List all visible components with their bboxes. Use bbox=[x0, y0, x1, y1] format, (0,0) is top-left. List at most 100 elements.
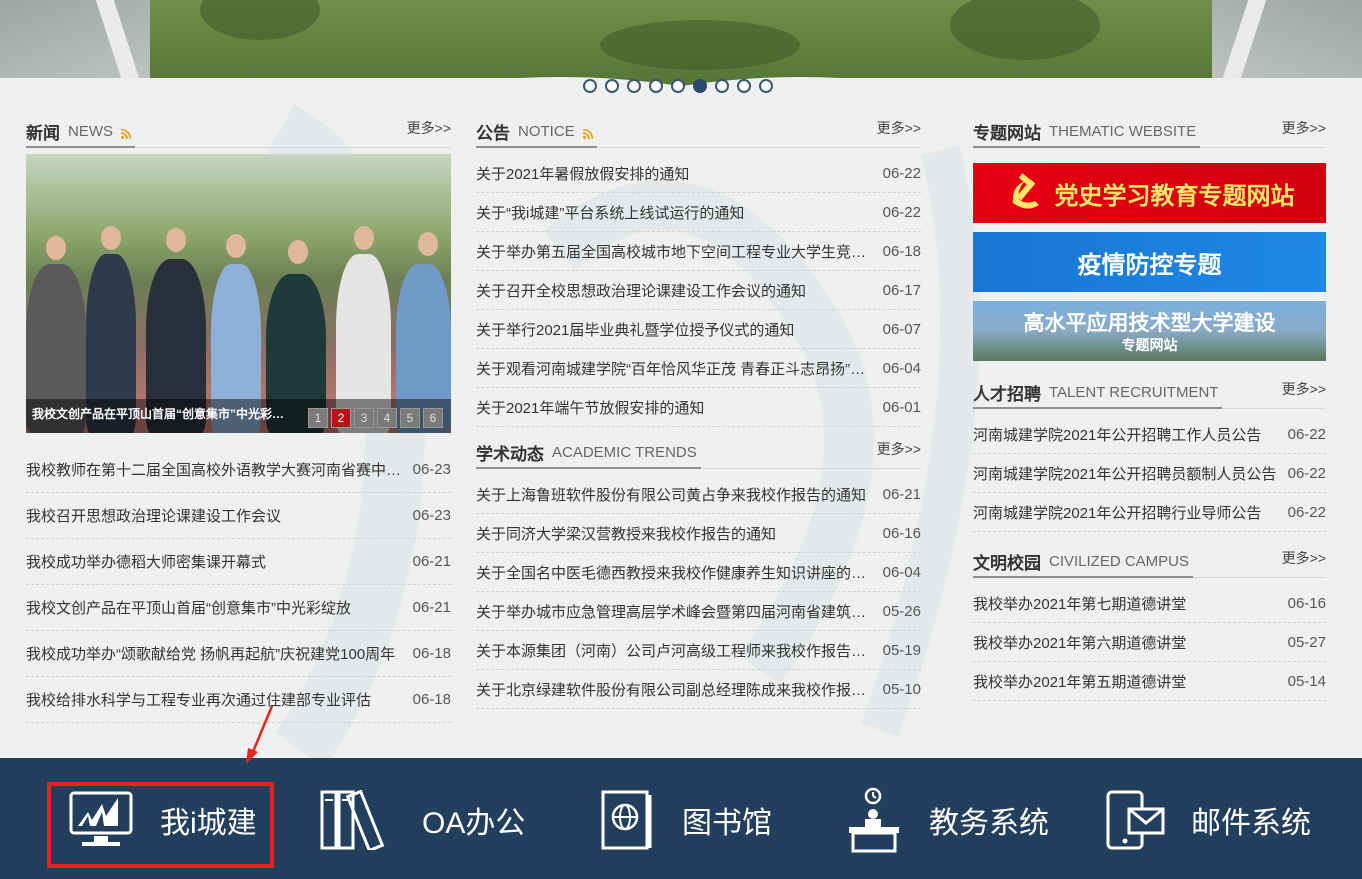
campus-item-title[interactable]: 我校举办2021年第七期道德讲堂 bbox=[973, 593, 1186, 614]
notice-item[interactable]: 关于观看河南城建学院“百年恰风华正茂 青春正斗志昂扬”的通知 06-04 bbox=[476, 349, 921, 388]
academic-item-title[interactable]: 关于本源集团（河南）公司卢河高级工程师来我校作报告的通知 bbox=[476, 640, 875, 661]
news-item[interactable]: 我校文创产品在平顶山首届“创意集市”中光彩绽放 06-21 bbox=[26, 585, 451, 631]
news-item-title[interactable]: 我校给排水科学与工程专业再次通过住建部专业评估 bbox=[26, 689, 371, 710]
academic-item-title[interactable]: 关于上海鲁班软件股份有限公司黄占争来我校作报告的通知 bbox=[476, 484, 866, 505]
news-item[interactable]: 我校教师在第十二届全国高校外语教学大赛河南省赛中获奖 06-23 bbox=[26, 447, 451, 493]
hero-bush bbox=[200, 0, 320, 40]
academic-item[interactable]: 关于北京绿建软件股份有限公司副总经理陈成来我校作报告的通知 05-10 bbox=[476, 670, 921, 709]
campus-item-title[interactable]: 我校举办2021年第六期道德讲堂 bbox=[973, 632, 1186, 653]
notice-item[interactable]: 关于召开全校思想政治理论课建设工作会议的通知 06-17 bbox=[476, 271, 921, 310]
news-item-title[interactable]: 我校成功举办德稻大师密集课开幕式 bbox=[26, 551, 266, 572]
academic-more-link[interactable]: 更多>> bbox=[877, 439, 921, 459]
carousel-dots[interactable] bbox=[583, 79, 773, 93]
carousel-dot[interactable] bbox=[737, 79, 751, 93]
talent-item-title[interactable]: 河南城建学院2021年公开招聘工作人员公告 bbox=[973, 424, 1261, 445]
carousel-dot[interactable] bbox=[627, 79, 641, 93]
carousel-dot[interactable] bbox=[759, 79, 773, 93]
lectern-icon bbox=[849, 787, 899, 853]
notice-item[interactable]: 关于2021年暑假放假安排的通知 06-22 bbox=[476, 154, 921, 193]
pager-button[interactable]: 6 bbox=[423, 408, 443, 428]
campus-item-title[interactable]: 我校举办2021年第五期道德讲堂 bbox=[973, 671, 1186, 692]
notice-item[interactable]: 关于“我i城建”平台系统上线试运行的通知 06-22 bbox=[476, 193, 921, 232]
academic-item[interactable]: 关于举办城市应急管理高层学术峰会暨第四届河南省建筑安全论坛的通知 05-26 bbox=[476, 592, 921, 631]
news-item[interactable]: 我校给排水科学与工程专业再次通过住建部专业评估 06-18 bbox=[26, 677, 451, 723]
notice-item-title[interactable]: 关于2021年端午节放假安排的通知 bbox=[476, 397, 704, 418]
talent-title: 人才招聘 TALENT RECRUITMENT bbox=[973, 377, 1223, 409]
notice-item-date: 06-22 bbox=[882, 203, 921, 221]
news-more-link[interactable]: 更多>> bbox=[407, 118, 451, 138]
academic-item-title[interactable]: 关于北京绿建软件股份有限公司副总经理陈成来我校作报告的通知 bbox=[476, 679, 875, 700]
academic-item[interactable]: 关于同济大学梁汉营教授来我校作报告的通知 06-16 bbox=[476, 514, 921, 553]
news-item-title[interactable]: 我校教师在第十二届全国高校外语教学大赛河南省赛中获奖 bbox=[26, 459, 405, 480]
news-item-title[interactable]: 我校文创产品在平顶山首届“创意集市”中光彩绽放 bbox=[26, 597, 351, 618]
news-item-title[interactable]: 我校召开思想政治理论课建设工作会议 bbox=[26, 505, 281, 526]
carousel-dot[interactable] bbox=[649, 79, 663, 93]
talent-item-date: 06-22 bbox=[1287, 464, 1326, 482]
pager-button[interactable]: 1 bbox=[308, 408, 328, 428]
carousel-dot[interactable] bbox=[671, 79, 685, 93]
pager-button[interactable]: 4 bbox=[377, 408, 397, 428]
news-title-cn: 新闻 bbox=[26, 123, 60, 143]
epidemic-banner[interactable]: 疫情防控专题 bbox=[973, 232, 1326, 292]
notice-header: 公告 NOTICE 更多>> bbox=[476, 112, 921, 148]
system-link-library[interactable]: 图书馆 bbox=[600, 788, 772, 852]
news-item-date: 06-23 bbox=[412, 461, 451, 478]
photo-head bbox=[46, 236, 66, 260]
talent-more-link[interactable]: 更多>> bbox=[1282, 379, 1326, 399]
talent-item[interactable]: 河南城建学院2021年公开招聘员额制人员公告 06-22 bbox=[973, 454, 1326, 493]
academic-item-title[interactable]: 关于同济大学梁汉营教授来我校作报告的通知 bbox=[476, 523, 776, 544]
notice-title-en: NOTICE bbox=[518, 122, 575, 140]
photo-caption[interactable]: 我校文创产品在平顶山首届“创意集市”中光彩绽放 bbox=[32, 405, 292, 422]
news-item-title[interactable]: 我校成功举办“颂歌献给党 扬帆再起航”庆祝建党100周年 bbox=[26, 643, 395, 664]
notice-item-title[interactable]: 关于举行2021届毕业典礼暨学位授予仪式的通知 bbox=[476, 319, 794, 340]
campus-item[interactable]: 我校举办2021年第六期道德讲堂 05-27 bbox=[973, 623, 1326, 662]
news-item[interactable]: 我校成功举办德稻大师密集课开幕式 06-21 bbox=[26, 539, 451, 585]
talent-item-title[interactable]: 河南城建学院2021年公开招聘行业导师公告 bbox=[973, 502, 1261, 523]
thematic-more-link[interactable]: 更多>> bbox=[1282, 118, 1326, 138]
talent-item[interactable]: 河南城建学院2021年公开招聘行业导师公告 06-22 bbox=[973, 493, 1326, 532]
notice-item[interactable]: 关于举行2021届毕业典礼暨学位授予仪式的通知 06-07 bbox=[476, 310, 921, 349]
phone-mail-icon bbox=[1106, 790, 1165, 850]
academic-item-date: 05-19 bbox=[882, 641, 921, 659]
pager-button[interactable]: 3 bbox=[354, 408, 374, 428]
system-link-academic-affairs[interactable]: 教务系统 bbox=[845, 787, 1049, 853]
system-link-mail[interactable]: 邮件系统 bbox=[1105, 788, 1311, 852]
system-label-library: 图书馆 bbox=[682, 807, 772, 840]
notice-item[interactable]: 关于2021年端午节放假安排的通知 06-01 bbox=[476, 388, 921, 427]
talent-item-title[interactable]: 河南城建学院2021年公开招聘员额制人员公告 bbox=[973, 463, 1276, 484]
carousel-dot[interactable] bbox=[583, 79, 597, 93]
applied-university-banner[interactable]: 高水平应用技术型大学建设 专题网站 bbox=[973, 301, 1326, 361]
notice-item-title[interactable]: 关于观看河南城建学院“百年恰风华正茂 青春正斗志昂扬”的通知 bbox=[476, 358, 875, 379]
news-item[interactable]: 我校成功举办“颂歌献给党 扬帆再起航”庆祝建党100周年 06-18 bbox=[26, 631, 451, 677]
system-link-oa[interactable]: OA办公 bbox=[320, 788, 525, 852]
campus-more-link[interactable]: 更多>> bbox=[1282, 548, 1326, 568]
academic-item[interactable]: 关于全国名中医毛德西教授来我校作健康养生知识讲座的通知 06-04 bbox=[476, 553, 921, 592]
notice-item-title[interactable]: 关于举办第五届全国高校城市地下空间工程专业大学生竞赛的通知 bbox=[476, 241, 875, 262]
news-item-date: 06-18 bbox=[412, 691, 451, 708]
carousel-dot[interactable] bbox=[605, 79, 619, 93]
hero-bush bbox=[950, 0, 1100, 60]
notice-item-title[interactable]: 关于2021年暑假放假安排的通知 bbox=[476, 163, 689, 184]
talent-item[interactable]: 河南城建学院2021年公开招聘工作人员公告 06-22 bbox=[973, 415, 1326, 454]
news-photo-slider[interactable]: 我校文创产品在平顶山首届“创意集市”中光彩绽放 123456 bbox=[26, 154, 451, 433]
notice-more-link[interactable]: 更多>> bbox=[877, 118, 921, 138]
academic-item-title[interactable]: 关于举办城市应急管理高层学术峰会暨第四届河南省建筑安全论坛的通知 bbox=[476, 601, 875, 622]
campus-item[interactable]: 我校举办2021年第七期道德讲堂 06-16 bbox=[973, 584, 1326, 623]
news-item[interactable]: 我校召开思想政治理论课建设工作会议 06-23 bbox=[26, 493, 451, 539]
campus-item[interactable]: 我校举办2021年第五期道德讲堂 05-14 bbox=[973, 662, 1326, 701]
academic-item-title[interactable]: 关于全国名中医毛德西教授来我校作健康养生知识讲座的通知 bbox=[476, 562, 875, 583]
academic-item[interactable]: 关于上海鲁班软件股份有限公司黄占争来我校作报告的通知 06-21 bbox=[476, 475, 921, 514]
notice-item-date: 06-17 bbox=[882, 281, 921, 299]
news-header: 新闻 NEWS 更多>> bbox=[26, 112, 451, 148]
party-history-banner[interactable]: 党史学习教育专题网站 bbox=[973, 163, 1326, 223]
notice-item-date: 06-01 bbox=[882, 398, 921, 416]
notice-item-title[interactable]: 关于召开全校思想政治理论课建设工作会议的通知 bbox=[476, 280, 806, 301]
notice-item[interactable]: 关于举办第五届全国高校城市地下空间工程专业大学生竞赛的通知 06-18 bbox=[476, 232, 921, 271]
carousel-dot[interactable] bbox=[693, 79, 707, 93]
notice-item-title[interactable]: 关于“我i城建”平台系统上线试运行的通知 bbox=[476, 202, 744, 223]
epidemic-label: 疫情防控专题 bbox=[1077, 251, 1222, 279]
carousel-dot[interactable] bbox=[715, 79, 729, 93]
academic-item[interactable]: 关于本源集团（河南）公司卢河高级工程师来我校作报告的通知 05-19 bbox=[476, 631, 921, 670]
pager-button[interactable]: 2 bbox=[331, 408, 351, 428]
pager-button[interactable]: 5 bbox=[400, 408, 420, 428]
